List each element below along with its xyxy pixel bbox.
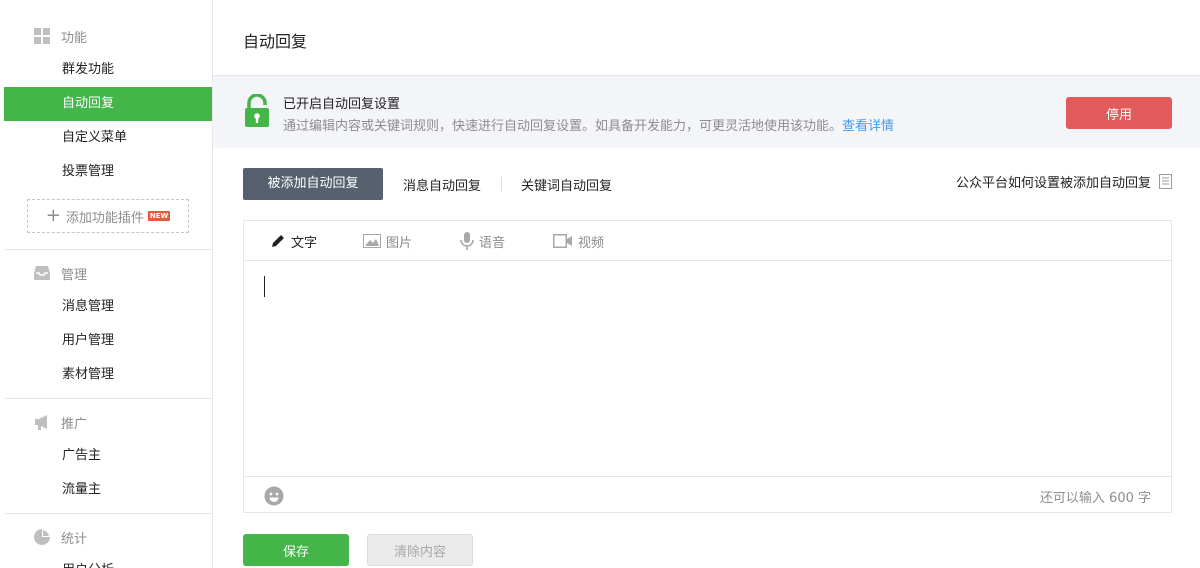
page-title: 自动回复 [243, 32, 308, 51]
grid-icon [34, 28, 50, 44]
sidebar-item-message-management[interactable]: 消息管理 [4, 290, 212, 324]
tool-video[interactable]: 视频 [553, 221, 604, 261]
pie-chart-icon [34, 529, 50, 545]
unlocked-lock-icon [245, 94, 269, 127]
tool-text[interactable]: 文字 [270, 221, 317, 261]
tab-keyword-auto-reply[interactable]: 关键词自动回复 [501, 175, 632, 194]
help-link[interactable]: 公众平台如何设置被添加自动回复 [956, 172, 1172, 191]
editor-footer: 还可以输入 600 字 [244, 476, 1171, 512]
add-plugin-label: 添加功能插件 [65, 210, 144, 226]
section-label: 功能 [61, 31, 88, 46]
tool-image[interactable]: 图片 [363, 221, 412, 261]
remaining-characters: 还可以输入 600 字 [1039, 491, 1151, 506]
reply-text-area[interactable] [244, 262, 1171, 476]
sidebar-item-user-management[interactable]: 用户管理 [4, 324, 212, 358]
sidebar-item-vote-management[interactable]: 投票管理 [4, 155, 212, 189]
section-label: 推广 [61, 417, 88, 432]
pencil-icon [272, 235, 284, 247]
tool-image-label: 图片 [386, 235, 413, 251]
image-icon [363, 234, 381, 248]
status-notice: 已开启自动回复设置 通过编辑内容或关键词规则，快速进行自动回复设置。如具备开发能… [213, 75, 1200, 148]
sidebar-divider [4, 398, 212, 399]
sidebar-item-publisher[interactable]: 流量主 [4, 473, 212, 507]
section-header-management: 管理 [0, 258, 212, 288]
reply-editor: 文字 图片 语音 视频 还可以输入 600 字 [243, 220, 1172, 513]
tool-video-label: 视频 [578, 235, 605, 251]
tab-added-auto-reply[interactable]: 被添加自动回复 [243, 168, 383, 200]
video-camera-icon [553, 234, 572, 248]
reply-type-tabs: 被添加自动回复 消息自动回复 关键词自动回复 [243, 168, 632, 200]
emoji-icon[interactable] [264, 486, 284, 506]
plus-icon: + [45, 205, 61, 226]
sidebar-item-auto-reply[interactable]: 自动回复 [4, 87, 212, 121]
save-button[interactable]: 保存 [243, 534, 349, 566]
notice-description: 通过编辑内容或关键词规则，快速进行自动回复设置。如具备开发能力，可更灵活地使用该… [283, 115, 894, 134]
help-link-label: 公众平台如何设置被添加自动回复 [955, 176, 1151, 191]
section-header-features: 功能 [0, 21, 212, 51]
main-content: 自动回复 已开启自动回复设置 通过编辑内容或关键词规则，快速进行自动回复设置。如… [213, 0, 1200, 568]
sidebar-item-material-management[interactable]: 素材管理 [4, 358, 212, 392]
microphone-icon [460, 232, 474, 250]
text-cursor [264, 276, 265, 297]
add-plugin-button[interactable]: + 添加功能插件 NEW [27, 199, 189, 233]
sidebar-divider [4, 513, 212, 514]
sidebar-item-user-analysis[interactable]: 用户分析 [4, 554, 212, 568]
megaphone-icon [35, 415, 47, 430]
sidebar-item-mass-send[interactable]: 群发功能 [4, 53, 212, 87]
inbox-icon [34, 266, 50, 280]
view-details-link[interactable]: 查看详情 [842, 119, 894, 134]
tab-message-auto-reply[interactable]: 消息自动回复 [383, 175, 501, 194]
notice-title: 已开启自动回复设置 [283, 97, 401, 112]
document-icon [1159, 174, 1172, 189]
tool-voice-label: 语音 [479, 235, 506, 251]
tool-voice[interactable]: 语音 [460, 221, 505, 261]
sidebar-divider [4, 249, 212, 250]
notice-text: 通过编辑内容或关键词规则，快速进行自动回复设置。如具备开发能力，可更灵活地使用该… [283, 119, 843, 134]
section-header-statistics: 统计 [0, 522, 212, 552]
section-label: 统计 [61, 532, 88, 547]
section-label: 管理 [61, 268, 88, 283]
sidebar: 功能 群发功能 自动回复 自定义菜单 投票管理 + 添加功能插件 NEW 管理 … [0, 0, 213, 568]
clear-content-button[interactable]: 清除内容 [367, 534, 473, 566]
new-badge: NEW [147, 211, 171, 221]
editor-toolbar: 文字 图片 语音 视频 [244, 221, 1171, 261]
disable-button[interactable]: 停用 [1066, 97, 1172, 129]
section-header-promotion: 推广 [0, 407, 212, 437]
sidebar-item-custom-menu[interactable]: 自定义菜单 [4, 121, 212, 155]
sidebar-item-advertiser[interactable]: 广告主 [4, 439, 212, 473]
tool-text-label: 文字 [291, 235, 318, 251]
